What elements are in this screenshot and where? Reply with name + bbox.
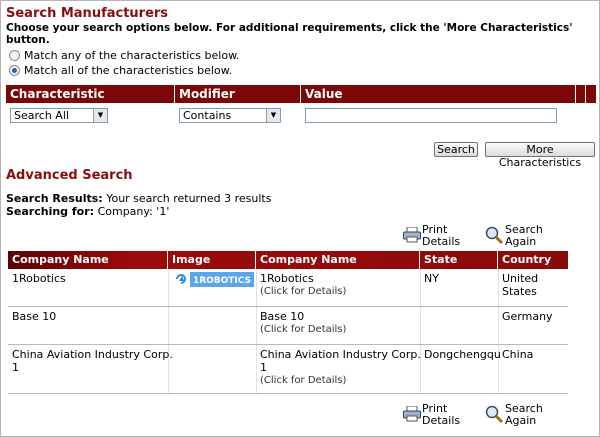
detail-name-cell-line2: 1 [260, 361, 267, 374]
country-cell: China [502, 348, 534, 361]
printer-icon [403, 227, 421, 243]
characteristic-select-value: Search All [14, 109, 69, 122]
searching-for-text: Company: '1' [97, 205, 170, 218]
page-subtitle: Choose your search options below. For ad… [6, 22, 573, 46]
details-link[interactable]: (Click for Details) [260, 285, 346, 298]
modifier-header: Modifier [175, 85, 301, 103]
match-any-label: Match any of the characteristics below. [24, 49, 240, 62]
page-title: Search Manufacturers [6, 6, 169, 21]
company-logo-image: 1ROBOTICS [174, 272, 254, 287]
modifier-select[interactable]: Contains ▼ [179, 108, 281, 123]
advanced-search-title: Advanced Search [6, 168, 133, 183]
state-cell: Dongchengqu [424, 348, 501, 361]
search-again-link-top[interactable]: Search Again [485, 223, 545, 249]
more-characteristics-button[interactable]: More Characteristics [485, 142, 595, 169]
detail-name-cell: China Aviation Industry Corp. [260, 348, 421, 361]
state-cell: NY [424, 272, 439, 285]
detail-name-cell: 1Robotics [260, 272, 314, 285]
print-label-2: Details [422, 414, 461, 427]
chevron-down-icon: ▼ [266, 109, 280, 122]
company-name-cell: Base 10 [12, 310, 57, 323]
searching-for-label: Searching for: [6, 205, 95, 218]
characteristic-header: Characteristic [6, 85, 175, 103]
print-details-link-top[interactable]: Print Details [403, 223, 463, 249]
printer-icon [403, 406, 421, 422]
search-results-label: Search Results: [6, 192, 103, 205]
search-again-label-2: Again [505, 235, 537, 248]
header-spacer [586, 85, 596, 103]
details-link[interactable]: (Click for Details) [260, 374, 346, 387]
magnifier-icon [485, 405, 503, 423]
divider [256, 269, 257, 393]
search-results-text: Your search returned 3 results [106, 192, 272, 205]
company-name-cell-line2: 1 [12, 361, 19, 374]
chevron-down-icon: ▼ [93, 109, 107, 122]
col-state: State [420, 251, 498, 269]
col-image: Image [168, 251, 256, 269]
divider [168, 269, 169, 393]
searching-for-line: Searching for: Company: '1' [6, 205, 169, 218]
row-divider [8, 306, 568, 307]
col-country: Country [502, 253, 552, 266]
modifier-select-value: Contains [183, 109, 232, 122]
search-again-link-bottom[interactable]: Search Again [485, 402, 545, 428]
country-cell: United [502, 272, 539, 285]
col-company-name: Company Name [8, 251, 168, 269]
characteristic-select[interactable]: Search All ▼ [10, 108, 108, 123]
row-divider [8, 344, 568, 345]
logo-text: 1ROBOTICS [193, 276, 251, 286]
divider [420, 269, 421, 393]
details-link[interactable]: (Click for Details) [260, 323, 346, 336]
search-button[interactable]: Search [434, 142, 478, 157]
country-cell-line2: States [502, 285, 537, 298]
row-divider [8, 393, 568, 394]
detail-name-cell: Base 10 [260, 310, 305, 323]
results-header: Company Name Image Company Name State Co… [8, 251, 568, 269]
country-cell: Germany [502, 310, 553, 323]
match-all-label: Match all of the characteristics below. [24, 64, 233, 77]
divider [498, 269, 499, 393]
match-all-radio[interactable] [9, 65, 20, 76]
print-details-link-bottom[interactable]: Print Details [403, 402, 463, 428]
value-header: Value [301, 85, 576, 103]
match-any-radio[interactable] [9, 50, 20, 61]
value-input[interactable] [305, 108, 557, 123]
col-company-name-2: Company Name [256, 251, 420, 269]
print-label-2: Details [422, 235, 461, 248]
search-again-label-2: Again [505, 414, 537, 427]
company-name-cell: 1Robotics [12, 272, 66, 285]
company-name-cell: China Aviation Industry Corp. [12, 348, 173, 361]
magnifier-icon [485, 226, 503, 244]
header-spacer [576, 85, 586, 103]
criteria-header-bar: Characteristic Modifier Value [6, 85, 596, 103]
search-results-line: Search Results: Your search returned 3 r… [6, 192, 271, 205]
